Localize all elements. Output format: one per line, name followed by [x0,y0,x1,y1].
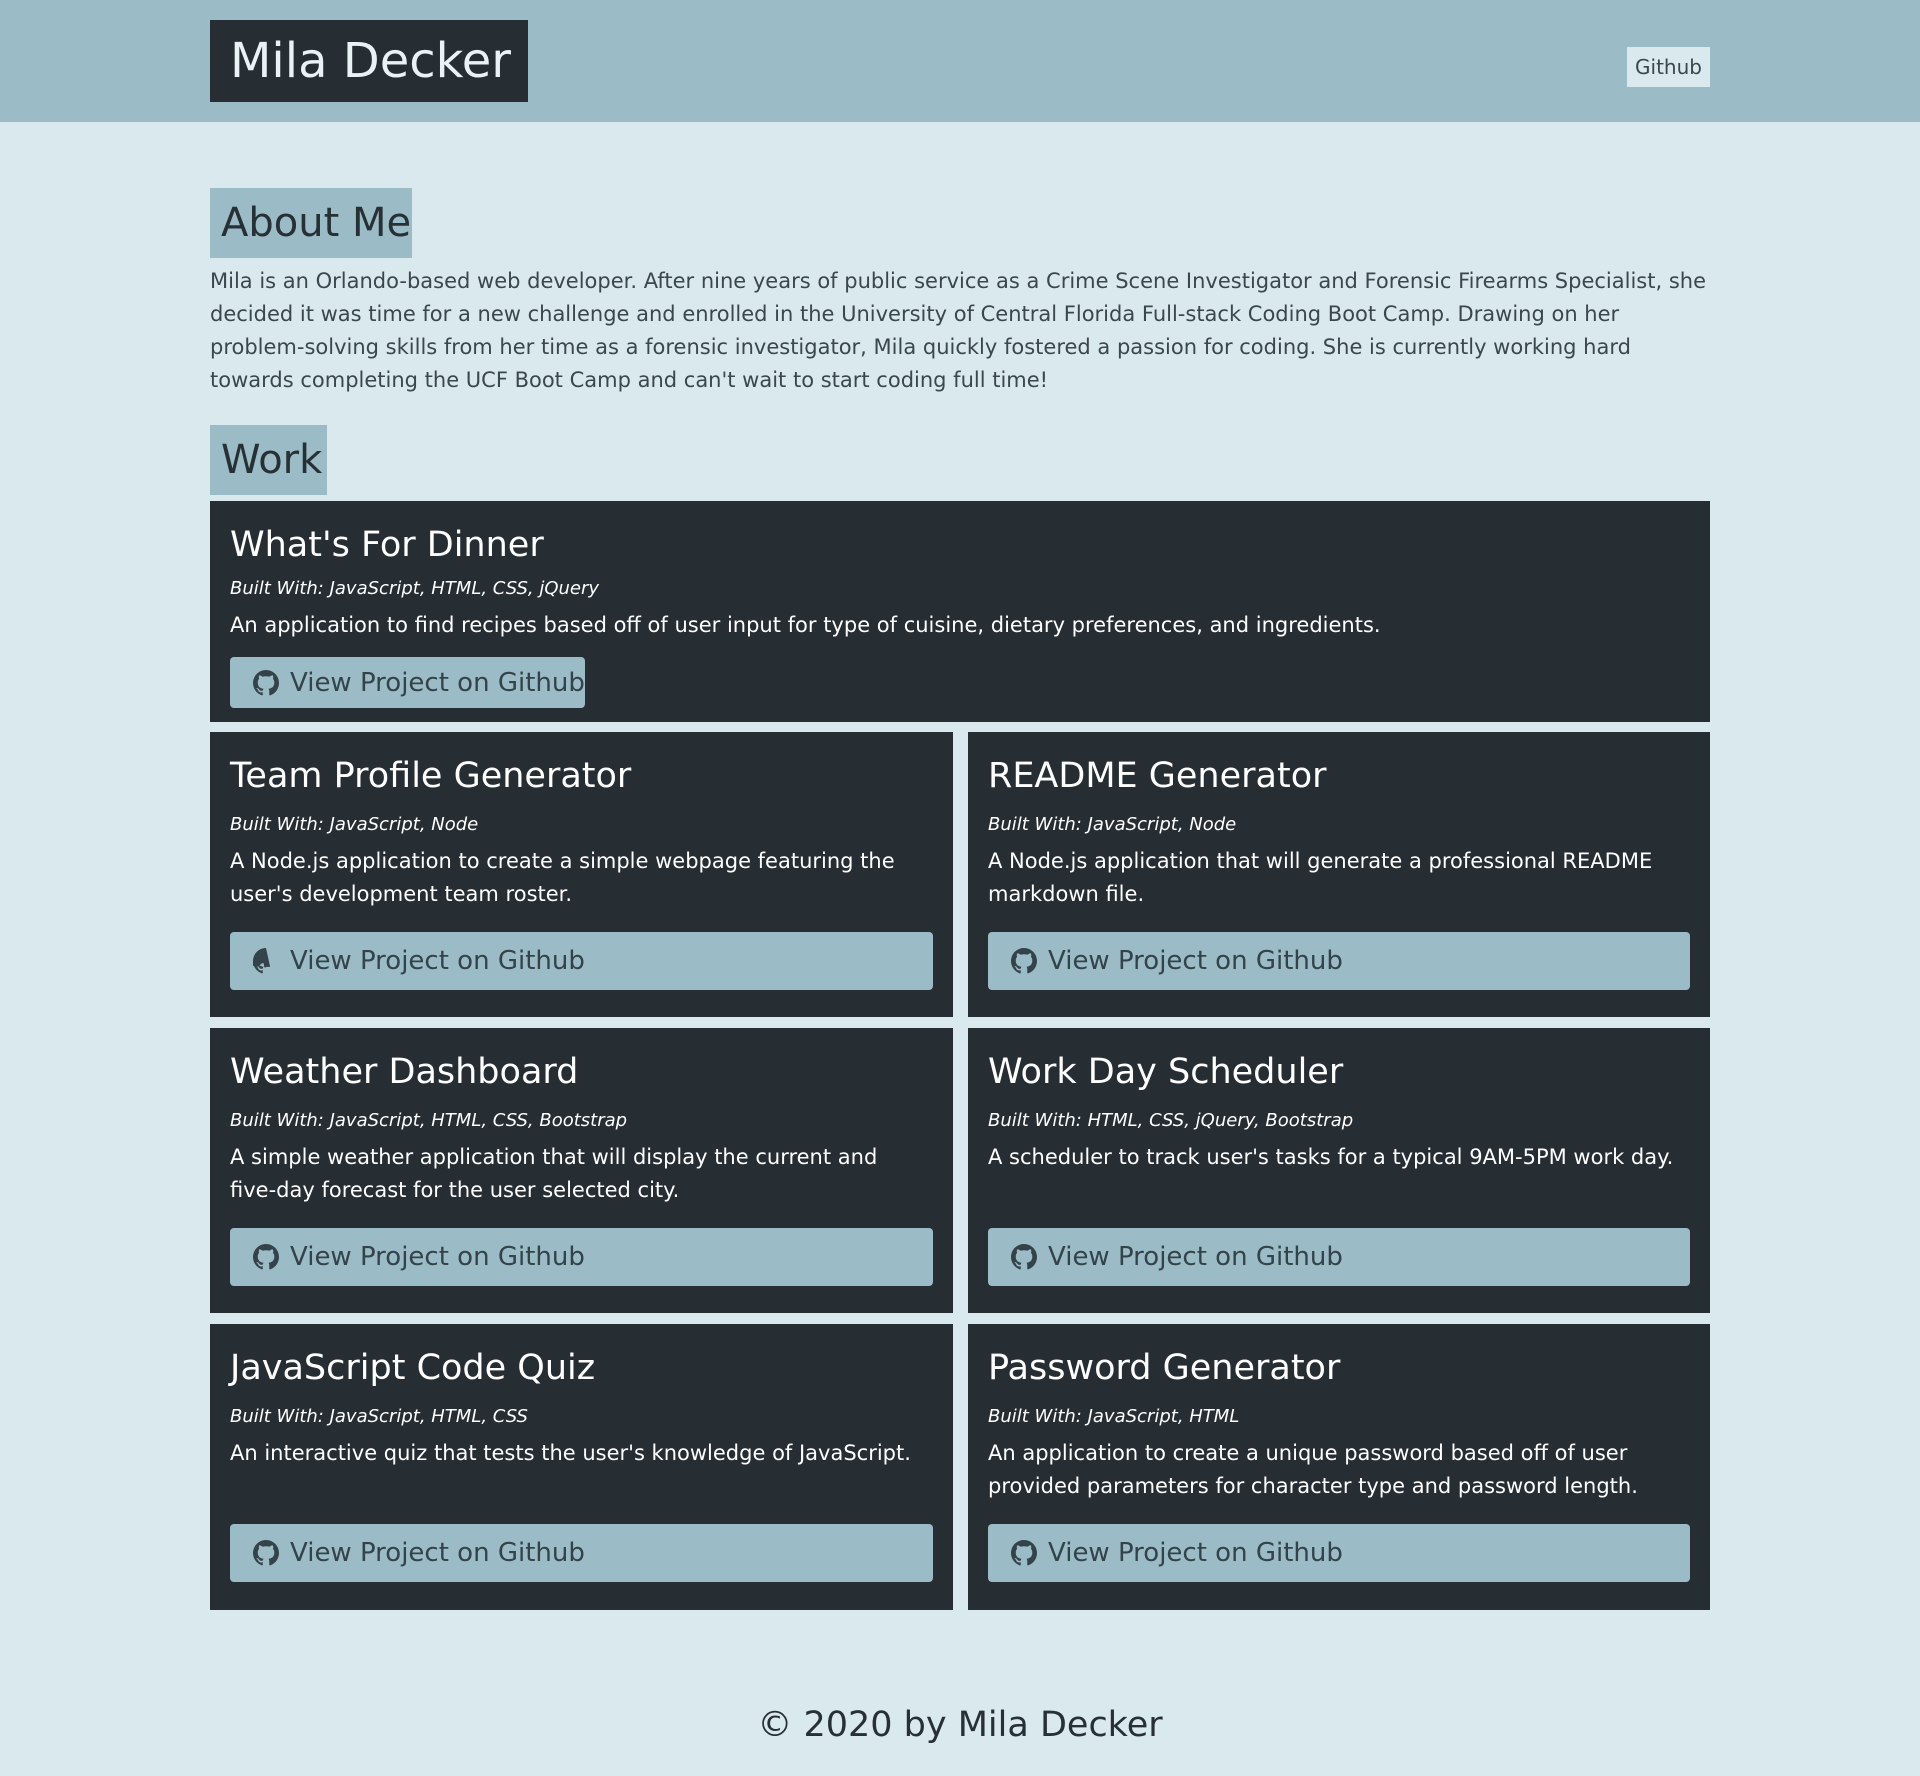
github-icon [253,948,279,974]
project-description: An interactive quiz that tests the user'… [230,1441,911,1465]
github-icon [253,669,279,696]
view-project-label: View Project on Github [1048,946,1343,976]
project-built-with: Built With: JavaScript, HTML, CSS, Boots… [230,1110,628,1131]
project-description: A Node.js application that will generate… [988,849,1653,906]
github-icon [253,1244,279,1270]
footer-copyright: © 2020 by Mila Decker [757,1705,1163,1745]
work-heading: Work [210,425,327,495]
view-project-label: View Project on Github [290,1538,585,1568]
project-description: A Node.js application to create a simple… [230,849,895,906]
view-project-label: View Project on Github [290,946,585,976]
github-icon [253,1540,279,1566]
github-icon [1011,1540,1037,1566]
project-title: JavaScript Code Quiz [230,1348,596,1388]
about-text: Mila is an Orlando-based web developer. … [210,269,1707,392]
project-card-work-day-scheduler: Work Day Scheduler Built With: HTML, CSS… [968,1028,1710,1313]
project-built-with: Built With: JavaScript, HTML [988,1406,1240,1427]
view-project-label: View Project on Github [290,1242,585,1272]
project-built-with: Built With: JavaScript, Node [230,814,479,835]
project-card-javascript-code-quiz: JavaScript Code Quiz Built With: JavaScr… [210,1324,953,1610]
view-project-button[interactable]: View Project on Github [988,1228,1690,1286]
github-icon [1011,1244,1037,1270]
project-title: Work Day Scheduler [988,1052,1344,1092]
project-built-with: Built With: JavaScript, HTML, CSS [230,1406,528,1427]
project-title: Weather Dashboard [230,1052,579,1092]
view-project-button[interactable]: View Project on Github [988,1524,1690,1582]
project-built-with: Built With: HTML, CSS, jQuery, Bootstrap [988,1110,1354,1131]
project-card-weather-dashboard: Weather Dashboard Built With: JavaScript… [210,1028,953,1313]
project-title: README Generator [988,756,1327,796]
view-project-button[interactable]: View Project on Github [230,932,933,990]
project-description: A scheduler to track user's tasks for a … [988,1145,1674,1169]
project-title: Team Profile Generator [230,756,632,796]
view-project-button[interactable]: View Project on Github [230,657,585,708]
site-header: Mila Decker Github [0,0,1920,122]
view-project-label: View Project on Github [1048,1242,1343,1272]
view-project-button[interactable]: View Project on Github [230,1228,933,1286]
project-title: Password Generator [988,1348,1341,1388]
view-project-button[interactable]: View Project on Github [230,1524,933,1582]
project-built-with: Built With: JavaScript, HTML, CSS, jQuer… [230,578,600,599]
view-project-label: View Project on Github [290,667,585,698]
project-card-team-profile-generator: Team Profile Generator Built With: JavaS… [210,732,953,1017]
view-project-label: View Project on Github [1048,1538,1343,1568]
project-title: What's For Dinner [230,525,544,565]
project-description: A simple weather application that will d… [230,1145,878,1202]
project-card-password-generator: Password Generator Built With: JavaScrip… [968,1324,1710,1610]
nav-github-link[interactable]: Github [1627,47,1710,87]
about-heading: About Me [210,188,412,258]
project-description: An application to create a unique passwo… [988,1441,1638,1498]
project-card-readme-generator: README Generator Built With: JavaScript,… [968,732,1710,1017]
view-project-button[interactable]: View Project on Github [988,932,1690,990]
project-description: An application to find recipes based off… [230,613,1381,637]
project-card-whats-for-dinner: What's For Dinner Built With: JavaScript… [210,501,1710,722]
github-icon [1011,948,1037,974]
site-brand[interactable]: Mila Decker [210,20,528,102]
project-built-with: Built With: JavaScript, Node [988,814,1237,835]
